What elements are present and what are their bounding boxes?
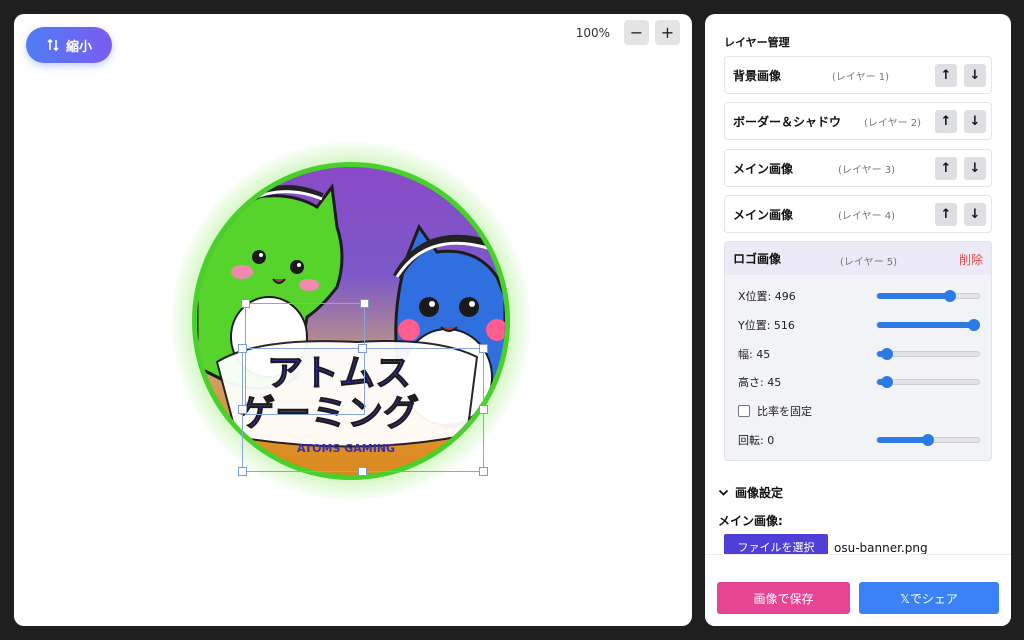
move-up-button[interactable]: ↑ [935,64,957,87]
sidebar-footer: 画像で保存 𝕏でシェア [705,554,1011,626]
resize-handle[interactable] [238,405,247,414]
move-down-button[interactable]: ↓ [964,203,986,226]
share-x-button[interactable]: 𝕏でシェア [859,582,999,614]
resize-handle[interactable] [238,344,247,353]
resize-handle[interactable] [360,299,369,308]
x-position-row: X位置: 496 [738,287,980,305]
layer-name: 背景画像 [733,68,782,83]
slider-thumb[interactable] [944,290,957,302]
layer-manager-title: レイヤー管理 [724,36,790,49]
zoom-controls: 100% − + [576,20,680,45]
slider-fill [877,322,974,328]
y-position-label: Y位置: 516 [738,319,795,332]
resize-handle[interactable] [479,405,488,414]
image-settings-toggle[interactable]: 画像設定 [718,484,783,501]
lock-ratio-checkbox[interactable] [738,405,750,417]
canvas-panel: 縮小 100% − + アトムス ゲーミング ATOMS GAMING [14,14,692,626]
width-label: 幅: 45 [738,348,771,361]
layer-number: (レイヤー 1) [832,71,890,83]
move-down-button[interactable]: ↓ [964,110,986,133]
choose-file-button[interactable]: ファイルを選択 [724,534,828,554]
slider-thumb[interactable] [922,434,934,446]
move-down-button[interactable]: ↓ [964,157,986,180]
shrink-button[interactable]: 縮小 [26,27,112,63]
height-row: 高さ: 45 [738,373,980,391]
selection-box-inner [245,303,365,415]
layer-name: メイン画像 [733,161,794,176]
layer-item-background[interactable]: 背景画像 (レイヤー 1) ↑ ↓ [724,56,992,94]
layer-name: ボーダー＆シャドウ [733,114,842,129]
layer-item-logo-active[interactable]: ロゴ画像 (レイヤー 5) 削除 X位置: 496 Y位置: 516 幅: 45… [724,241,992,461]
layer-number: (レイヤー 2) [864,117,922,129]
move-up-button[interactable]: ↑ [935,157,957,180]
layer-item-main-image-3[interactable]: メイン画像 (レイヤー 3) ↑ ↓ [724,149,992,187]
move-down-button[interactable]: ↓ [964,64,986,87]
resize-handle[interactable] [479,467,488,476]
zoom-out-button[interactable]: − [624,20,649,45]
x-position-label: X位置: 496 [738,290,796,303]
width-row: 幅: 45 [738,345,980,363]
main-image-label: メイン画像: [718,514,783,528]
zoom-level: 100% [575,25,610,40]
resize-handle[interactable] [238,467,247,476]
move-up-button[interactable]: ↑ [935,203,957,226]
sidebar-scroll-area[interactable]: レイヤー管理 背景画像 (レイヤー 1) ↑ ↓ ボーダー＆シャドウ (レイヤー… [705,14,1011,554]
save-image-button[interactable]: 画像で保存 [717,582,850,614]
banner-artwork[interactable]: アトムス ゲーミング ATOMS GAMING [172,142,530,500]
x-position-slider[interactable] [876,290,980,302]
move-up-button[interactable]: ↑ [935,110,957,133]
rotation-label: 回転: 0 [738,434,775,447]
slider-thumb[interactable] [967,319,980,331]
layer-number: (レイヤー 5) [840,257,898,268]
shrink-label: 縮小 [65,39,92,55]
active-layer-header: ロゴ画像 (レイヤー 5) 削除 [725,242,991,275]
resize-handle[interactable] [358,344,367,353]
height-slider[interactable] [876,376,980,388]
rotation-row: 回転: 0 [738,431,980,449]
slider-thumb[interactable] [881,376,894,388]
lock-ratio-label: 比率を固定 [757,405,812,418]
layer-number: (レイヤー 4) [838,210,896,222]
layer-name: ロゴ画像 [733,252,782,266]
resize-handle[interactable] [241,299,250,308]
resize-handle[interactable] [358,467,367,476]
chevron-down-icon [718,489,729,496]
slider-thumb[interactable] [881,348,894,360]
rotation-slider[interactable] [876,434,980,446]
resize-handle[interactable] [479,344,488,353]
layer-item-main-image-4[interactable]: メイン画像 (レイヤー 4) ↑ ↓ [724,195,992,233]
width-slider[interactable] [876,348,980,360]
layer-sidebar: レイヤー管理 背景画像 (レイヤー 1) ↑ ↓ ボーダー＆シャドウ (レイヤー… [705,14,1011,626]
height-label: 高さ: 45 [738,376,782,389]
slider-fill [877,437,928,443]
layer-item-border-shadow[interactable]: ボーダー＆シャドウ (レイヤー 2) ↑ ↓ [724,102,992,140]
selected-file-name: osu-banner.png [834,541,928,554]
y-position-row: Y位置: 516 [738,316,980,334]
sort-arrows-icon [47,38,59,52]
layer-number: (レイヤー 3) [838,164,896,176]
y-position-slider[interactable] [876,319,980,331]
delete-layer-button[interactable]: 削除 [959,251,983,268]
layer-name: メイン画像 [733,207,794,222]
zoom-in-button[interactable]: + [655,20,680,45]
slider-fill [877,293,951,299]
lock-ratio-row[interactable]: 比率を固定 [738,402,980,420]
image-settings-heading: 画像設定 [735,486,784,500]
